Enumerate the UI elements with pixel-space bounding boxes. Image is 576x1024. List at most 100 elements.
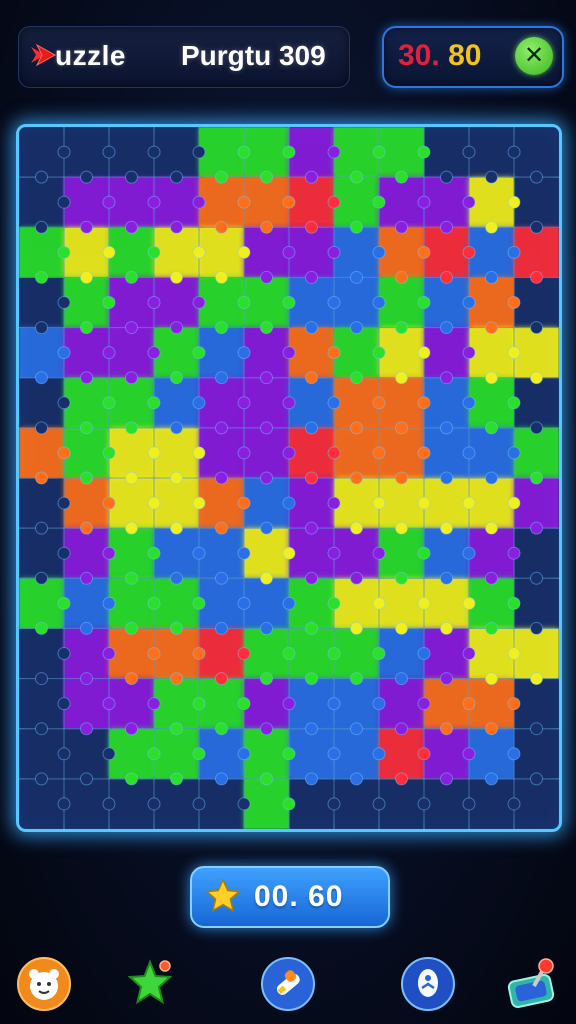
puzzle-piece[interactable] [424, 328, 469, 378]
puzzle-piece[interactable] [64, 779, 109, 829]
puzzle-piece[interactable] [154, 679, 199, 729]
puzzle-piece[interactable] [109, 628, 154, 679]
puzzle-piece[interactable] [19, 679, 64, 729]
puzzle-piece[interactable] [154, 578, 199, 628]
puzzle-piece[interactable] [199, 478, 244, 528]
puzzle-piece[interactable] [514, 628, 559, 679]
puzzle-piece[interactable] [109, 478, 154, 528]
puzzle-piece[interactable] [514, 277, 559, 328]
puzzle-piece[interactable] [19, 378, 64, 428]
puzzle-piece[interactable] [334, 177, 379, 227]
puzzle-piece[interactable] [64, 528, 109, 578]
puzzle-piece[interactable] [379, 177, 424, 227]
puzzle-piece[interactable] [289, 729, 334, 779]
puzzle-piece[interactable] [19, 729, 64, 779]
puzzle-piece[interactable] [199, 679, 244, 729]
puzzle-piece[interactable] [289, 378, 334, 428]
puzzle-piece[interactable] [469, 378, 514, 428]
puzzle-piece[interactable] [469, 628, 514, 679]
puzzle-piece[interactable] [424, 127, 469, 177]
puzzle-piece[interactable] [244, 779, 289, 829]
puzzle-piece[interactable] [244, 177, 289, 227]
puzzle-piece[interactable] [154, 779, 199, 829]
puzzle-piece[interactable] [289, 779, 334, 829]
puzzle-piece[interactable] [154, 478, 199, 528]
puzzle-piece[interactable] [334, 328, 379, 378]
puzzle-piece[interactable] [199, 779, 244, 829]
puzzle-piece[interactable] [154, 628, 199, 679]
puzzle-piece[interactable] [469, 177, 514, 227]
puzzle-piece[interactable] [64, 277, 109, 328]
puzzle-piece[interactable] [154, 378, 199, 428]
puzzle-piece[interactable] [199, 628, 244, 679]
puzzle-piece[interactable] [244, 378, 289, 428]
puzzle-piece[interactable] [424, 528, 469, 578]
puzzle-piece[interactable] [64, 328, 109, 378]
puzzle-piece[interactable] [514, 679, 559, 729]
puzzle-piece[interactable] [154, 177, 199, 227]
puzzle-piece[interactable] [469, 578, 514, 628]
puzzle-piece[interactable] [289, 578, 334, 628]
puzzle-board[interactable] [16, 124, 562, 832]
puzzle-piece[interactable] [424, 679, 469, 729]
puzzle-piece[interactable] [289, 679, 334, 729]
puzzle-piece[interactable] [514, 779, 559, 829]
character-button[interactable] [16, 956, 72, 1012]
puzzle-piece[interactable] [334, 779, 379, 829]
puzzle-piece[interactable] [514, 127, 559, 177]
puzzle-piece[interactable] [334, 478, 379, 528]
puzzle-piece[interactable] [424, 177, 469, 227]
close-button[interactable]: ✕ [515, 37, 553, 75]
puzzle-piece[interactable] [379, 729, 424, 779]
puzzle-piece[interactable] [64, 578, 109, 628]
puzzle-piece[interactable] [289, 428, 334, 478]
puzzle-piece[interactable] [379, 227, 424, 277]
puzzle-piece[interactable] [64, 177, 109, 227]
puzzle-piece[interactable] [469, 779, 514, 829]
puzzle-piece[interactable] [19, 578, 64, 628]
puzzle-piece[interactable] [469, 478, 514, 528]
puzzle-piece[interactable] [424, 378, 469, 428]
puzzle-piece[interactable] [64, 127, 109, 177]
puzzle-piece[interactable] [109, 428, 154, 478]
joystick-button[interactable] [504, 956, 560, 1012]
puzzle-piece[interactable] [109, 328, 154, 378]
puzzle-piece[interactable] [199, 378, 244, 428]
puzzle-piece[interactable] [109, 528, 154, 578]
puzzle-piece[interactable] [109, 378, 154, 428]
puzzle-piece[interactable] [469, 428, 514, 478]
puzzle-piece[interactable] [469, 528, 514, 578]
puzzle-piece[interactable] [514, 528, 559, 578]
puzzle-piece[interactable] [199, 227, 244, 277]
puzzle-piece[interactable] [244, 578, 289, 628]
puzzle-piece[interactable] [289, 127, 334, 177]
puzzle-piece[interactable] [514, 478, 559, 528]
puzzle-piece[interactable] [64, 428, 109, 478]
puzzle-piece[interactable] [244, 328, 289, 378]
puzzle-piece[interactable] [379, 478, 424, 528]
puzzle-piece[interactable] [244, 679, 289, 729]
puzzle-piece[interactable] [289, 478, 334, 528]
puzzle-piece[interactable] [334, 277, 379, 328]
puzzle-piece[interactable] [289, 177, 334, 227]
puzzle-piece[interactable] [424, 628, 469, 679]
puzzle-piece[interactable] [109, 177, 154, 227]
puzzle-piece[interactable] [424, 428, 469, 478]
puzzle-piece[interactable] [154, 729, 199, 779]
puzzle-piece[interactable] [334, 378, 379, 428]
puzzle-piece[interactable] [199, 177, 244, 227]
puzzle-piece[interactable] [199, 729, 244, 779]
puzzle-piece[interactable] [244, 227, 289, 277]
puzzle-piece[interactable] [244, 528, 289, 578]
puzzle-piece[interactable] [469, 277, 514, 328]
puzzle-piece[interactable] [334, 227, 379, 277]
puzzle-piece[interactable] [334, 528, 379, 578]
puzzle-piece[interactable] [109, 578, 154, 628]
puzzle-piece[interactable] [199, 127, 244, 177]
puzzle-piece[interactable] [469, 328, 514, 378]
puzzle-piece[interactable] [334, 679, 379, 729]
puzzle-piece[interactable] [19, 528, 64, 578]
puzzle-piece[interactable] [244, 478, 289, 528]
puzzle-piece[interactable] [289, 628, 334, 679]
puzzle-piece[interactable] [514, 378, 559, 428]
